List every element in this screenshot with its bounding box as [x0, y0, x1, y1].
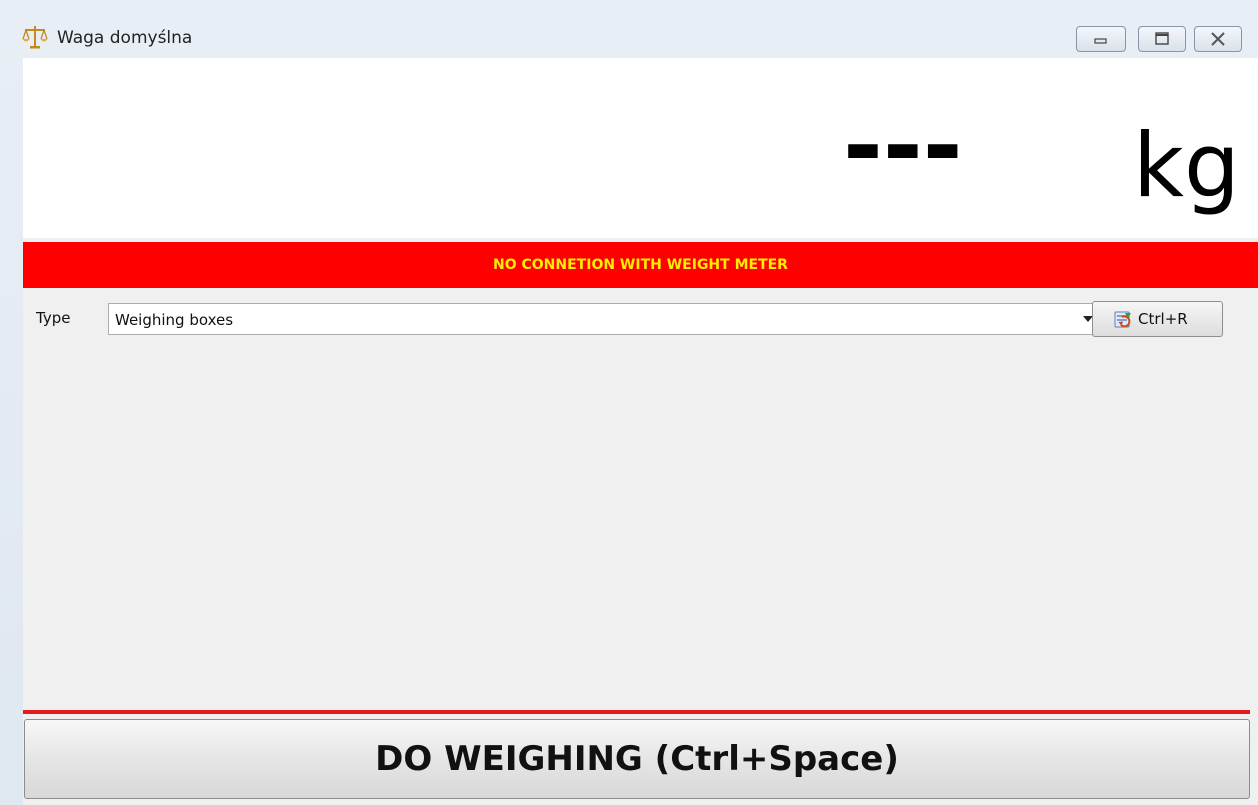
- client-area: --- kg NO CONNETION WITH WEIGHT METER Ty…: [23, 58, 1258, 805]
- minimize-button[interactable]: [1076, 26, 1126, 52]
- refresh-button[interactable]: Ctrl+R: [1092, 301, 1223, 337]
- maximize-icon: [1155, 32, 1169, 45]
- type-label: Type: [36, 309, 71, 327]
- weight-unit: kg: [1133, 114, 1240, 217]
- do-weighing-button[interactable]: DO WEIGHING (Ctrl+Space): [24, 719, 1250, 799]
- connection-status-banner: NO CONNETION WITH WEIGHT METER: [23, 242, 1258, 288]
- refresh-button-label: Ctrl+R: [1138, 310, 1188, 328]
- type-select-value: Weighing boxes: [115, 311, 234, 329]
- close-icon: [1211, 32, 1225, 46]
- window-title: Waga domyślna: [57, 28, 193, 48]
- weight-value: ---: [843, 90, 963, 202]
- minimize-icon: [1094, 38, 1107, 44]
- refresh-icon: [1113, 309, 1133, 329]
- type-select[interactable]: Weighing boxes: [108, 303, 1102, 335]
- app-window: Waga domyślna --- kg NO CONNETION WITH W…: [0, 0, 1258, 805]
- weight-display: --- kg: [23, 58, 1258, 238]
- maximize-button[interactable]: [1138, 26, 1186, 52]
- scale-icon: [22, 24, 48, 50]
- title-bar[interactable]: Waga domyślna: [0, 0, 1258, 58]
- separator-line: [23, 710, 1250, 714]
- close-button[interactable]: [1194, 26, 1242, 52]
